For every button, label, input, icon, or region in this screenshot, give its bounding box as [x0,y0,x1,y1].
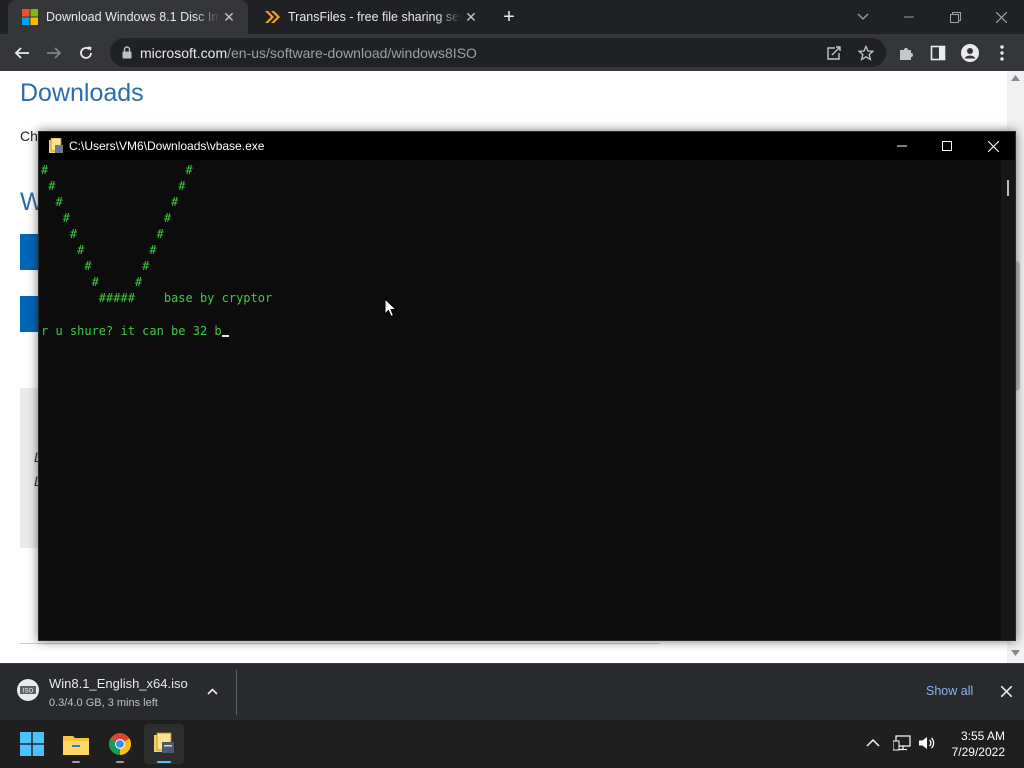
console-line: r u shure? it can be 32 b [41,324,222,338]
page-subtext-fragment: Ch [20,128,38,144]
info-panel [20,388,40,548]
tab-title: TransFiles - free file sharing service [288,10,462,24]
taskbar: 3:55 AM 7/29/2022 [0,720,1024,768]
lock-icon[interactable] [122,46,132,59]
url-path: /en-us/software-download/windows8ISO [227,44,477,61]
chevron-up-icon[interactable] [207,688,218,695]
clock-time[interactable]: 3:55 AM [961,729,1005,743]
console-prompt-line: r u shure? it can be 32 b [41,322,229,340]
close-shelf-icon[interactable] [1001,686,1012,697]
network-icon[interactable] [893,735,911,751]
console-line: # # [41,179,186,193]
console-line: # # [41,243,157,257]
tab-search-icon[interactable] [840,0,886,34]
vbase-console-icon[interactable] [144,724,184,764]
clock-date[interactable]: 7/29/2022 [952,745,1005,759]
close-tab-icon[interactable]: ✕ [462,9,480,26]
console-app-icon [49,138,63,153]
transfiles-icon [265,11,280,23]
confirm-button[interactable] [20,296,40,332]
console-line: ##### base by cryptor [41,291,273,305]
show-all-button[interactable]: Show all [926,684,973,698]
extensions-icon[interactable] [891,38,921,68]
tab-strip: Download Windows 8.1 Disc Image (ISO Fil… [0,0,1024,34]
reload-icon[interactable] [71,38,101,68]
select-edition-button[interactable] [20,234,40,270]
console-window[interactable]: C:\Users\VM6\Downloads\vbase.exe # # # #… [38,131,1016,641]
console-scrollbar-thumb[interactable] [1007,180,1009,196]
console-scrollbar[interactable] [1001,160,1015,640]
running-indicator [72,761,80,763]
forward-icon[interactable] [39,38,69,68]
new-tab-icon[interactable]: + [498,6,520,28]
console-title-bar[interactable]: C:\Users\VM6\Downloads\vbase.exe [39,132,1015,160]
scroll-down-arrow-icon[interactable] [1011,650,1020,656]
active-indicator [157,761,171,763]
menu-kebab-icon[interactable] [987,38,1017,68]
console-line: # # [41,211,172,225]
bookmark-star-icon[interactable] [851,38,881,68]
tab-title: Download Windows 8.1 Disc Image (ISO Fil… [46,10,220,24]
address-bar[interactable]: microsoft.com/en-us/software-download/wi… [110,38,886,67]
page-title: Downloads [20,79,144,107]
scroll-up-arrow-icon[interactable] [1011,75,1020,81]
url-host: microsoft.com [140,44,228,61]
close-tab-icon[interactable]: ✕ [220,9,238,26]
running-indicator [116,761,124,763]
profile-icon[interactable] [955,38,985,68]
console-line: # # [41,227,164,241]
console-line: # # [41,259,150,273]
minimize-icon[interactable] [886,0,932,34]
divider [236,670,237,715]
divider [20,643,660,644]
file-explorer-icon[interactable] [56,724,96,764]
iso-file-icon: ISO [17,679,39,701]
url-text: microsoft.com/en-us/software-download/wi… [140,45,477,61]
browser-toolbar: microsoft.com/en-us/software-download/wi… [0,34,1024,71]
microsoft-logo-icon [22,9,38,25]
tab-transfiles[interactable]: TransFiles - free file sharing service ✕ [250,0,490,34]
download-status: 0.3/4.0 GB, 3 mins left [49,697,158,709]
share-icon[interactable] [819,38,849,68]
console-line: # # [41,275,143,289]
close-icon[interactable] [978,0,1024,34]
start-icon[interactable] [12,724,52,764]
chrome-icon[interactable] [100,724,140,764]
console-close-icon[interactable] [970,132,1016,160]
text-cursor [221,335,229,337]
download-shelf: ISO Win8.1_English_x64.iso 0.3/4.0 GB, 3… [0,663,1024,720]
side-panel-icon[interactable] [923,38,953,68]
download-file-name[interactable]: Win8.1_English_x64.iso [49,676,188,691]
console-line: # # [41,163,193,177]
console-minimize-icon[interactable] [879,132,925,160]
volume-icon[interactable] [918,735,936,751]
back-icon[interactable] [7,38,37,68]
svg-text:ISO: ISO [23,689,34,695]
console-output[interactable]: # # # # # # # # # # # # # # # # ##### ba… [39,160,1001,640]
chevron-up-icon[interactable] [866,738,880,747]
console-line: # # [41,195,179,209]
restore-icon[interactable] [932,0,978,34]
console-maximize-icon[interactable] [924,132,970,160]
console-title: C:\Users\VM6\Downloads\vbase.exe [69,139,265,153]
tab-windows-download[interactable]: Download Windows 8.1 Disc Image (ISO Fil… [8,0,248,34]
mouse-pointer-icon [384,298,397,318]
